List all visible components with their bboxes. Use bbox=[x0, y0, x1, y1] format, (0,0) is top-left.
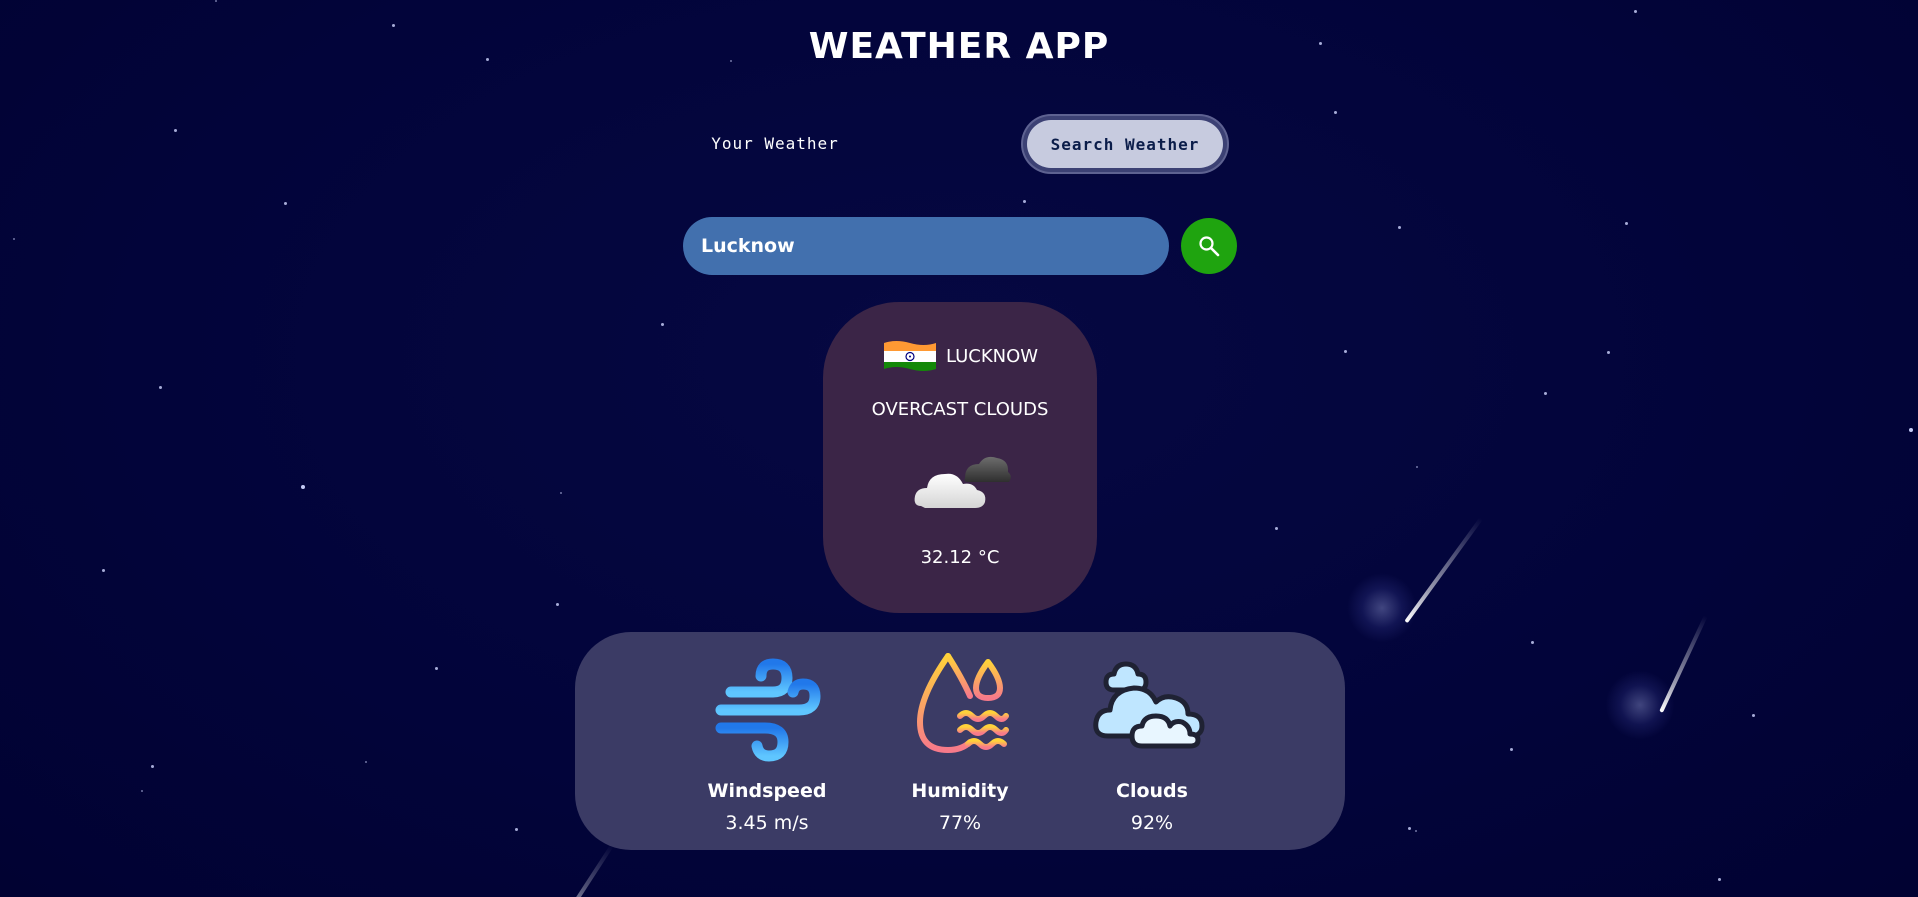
weather-condition: OVERCAST CLOUDS bbox=[871, 399, 1049, 420]
star bbox=[1531, 641, 1534, 644]
star bbox=[151, 765, 154, 768]
app-background: WEATHER APP Your Weather Search Weather bbox=[0, 0, 1918, 897]
star bbox=[1718, 878, 1721, 881]
humidity-label: Humidity bbox=[911, 780, 1009, 802]
humidity-value: 77% bbox=[938, 812, 982, 834]
humidity-icon bbox=[917, 653, 1009, 753]
star bbox=[365, 761, 367, 763]
star bbox=[159, 386, 162, 389]
star bbox=[1398, 226, 1401, 229]
star bbox=[174, 129, 177, 132]
star bbox=[13, 238, 15, 240]
star bbox=[1408, 827, 1411, 830]
stat-clouds: Clouds 92% bbox=[1052, 646, 1252, 846]
star bbox=[1275, 527, 1278, 530]
shooting-star bbox=[572, 844, 614, 897]
india-flag-icon bbox=[883, 341, 936, 371]
star bbox=[284, 202, 287, 205]
search-icon bbox=[1199, 236, 1220, 257]
search-input[interactable] bbox=[683, 217, 1169, 275]
star bbox=[1415, 830, 1417, 832]
meteor-glow bbox=[1347, 573, 1417, 643]
shooting-star bbox=[1404, 517, 1483, 624]
star bbox=[560, 492, 562, 494]
star bbox=[1752, 714, 1755, 717]
star bbox=[1909, 428, 1913, 432]
star bbox=[556, 603, 559, 606]
tab-search-weather[interactable]: Search Weather bbox=[1027, 120, 1223, 168]
star bbox=[1625, 222, 1628, 225]
windspeed-label: Windspeed bbox=[707, 780, 827, 802]
star bbox=[435, 667, 438, 670]
overcast-clouds-icon bbox=[914, 456, 1011, 508]
current-weather-card: LUCKNOW OVERCAST CLOUDS 32.12 °C bbox=[823, 302, 1097, 613]
star bbox=[1334, 111, 1337, 114]
weather-stats-card: Windspeed 3.45 m/s Humidity 77% Clouds 9… bbox=[575, 632, 1345, 850]
wind-icon bbox=[715, 658, 821, 762]
city-row: LUCKNOW bbox=[823, 338, 1097, 374]
city-name: LUCKNOW bbox=[945, 345, 1039, 367]
star bbox=[1607, 351, 1610, 354]
star bbox=[1416, 466, 1418, 468]
search-button[interactable] bbox=[1181, 218, 1237, 274]
star bbox=[515, 828, 518, 831]
clouds-icon bbox=[1093, 661, 1205, 749]
clouds-value: 92% bbox=[1130, 812, 1174, 834]
star bbox=[1634, 10, 1637, 13]
tab-your-weather[interactable]: Your Weather bbox=[700, 131, 850, 157]
temperature: 32.12 °C bbox=[920, 547, 1000, 568]
star bbox=[661, 323, 664, 326]
star bbox=[1510, 748, 1513, 751]
star bbox=[141, 790, 143, 792]
stat-humidity: Humidity 77% bbox=[860, 646, 1060, 846]
app-title: WEATHER APP bbox=[808, 26, 1110, 67]
star bbox=[1023, 200, 1026, 203]
star bbox=[215, 0, 217, 2]
star bbox=[1544, 392, 1547, 395]
tab-search-weather-label: Search Weather bbox=[1050, 134, 1200, 154]
star bbox=[102, 569, 105, 572]
star bbox=[1344, 350, 1347, 353]
clouds-label: Clouds bbox=[1116, 780, 1188, 802]
stat-windspeed: Windspeed 3.45 m/s bbox=[667, 646, 867, 846]
star bbox=[301, 485, 305, 489]
shooting-star bbox=[1659, 615, 1708, 713]
windspeed-value: 3.45 m/s bbox=[725, 812, 809, 834]
